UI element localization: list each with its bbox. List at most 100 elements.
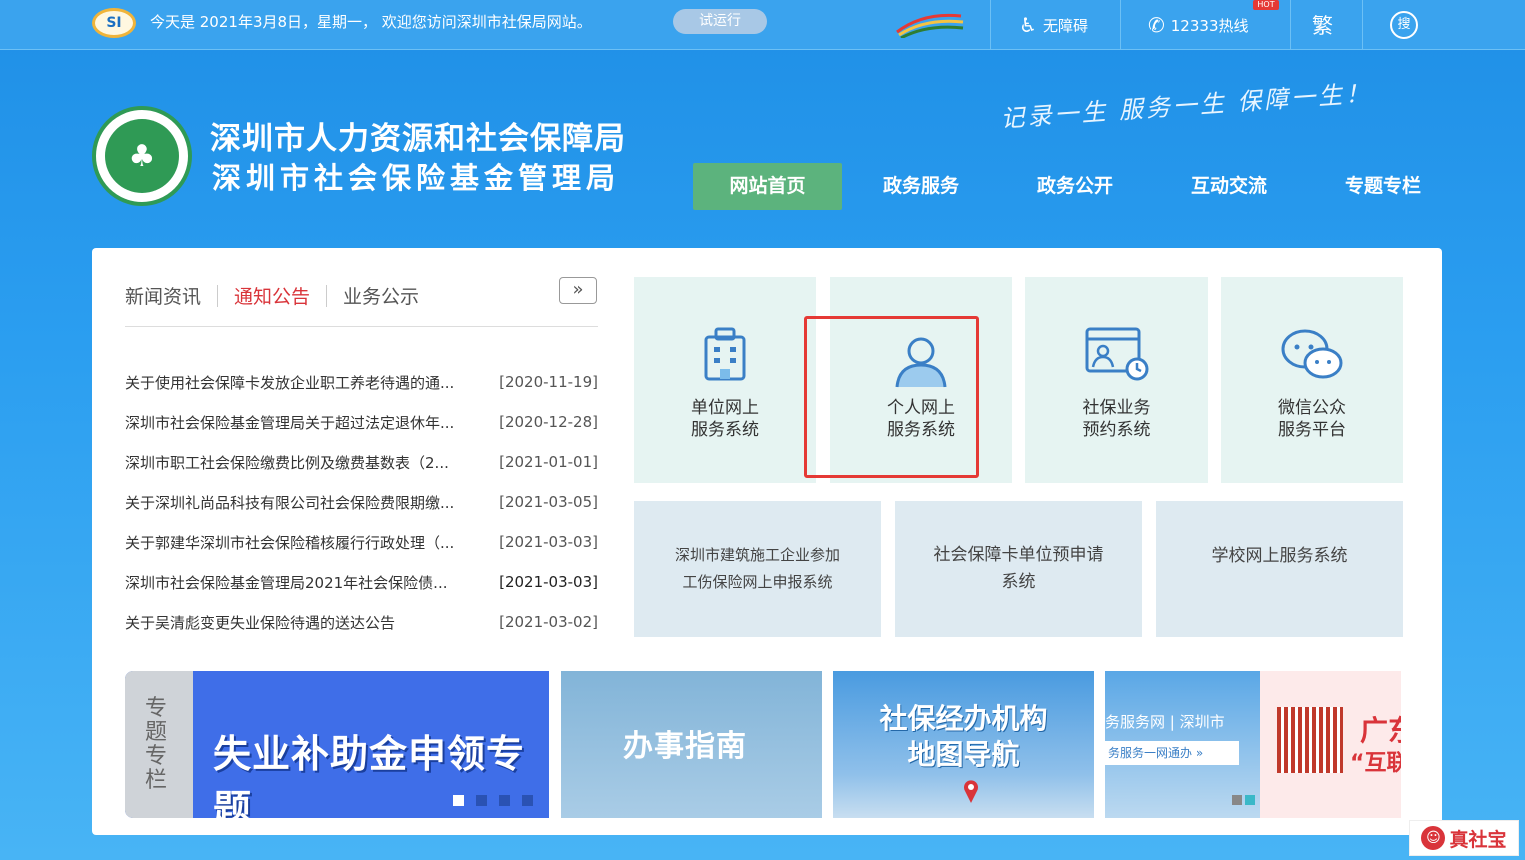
nav-topics[interactable]: 专题专栏 [1322,163,1444,210]
tile-label-line2: 工伤保险网上申报系统 [682,573,833,591]
wechat-icon [1281,329,1343,379]
divider [1290,0,1291,50]
news-tabs: 新闻资讯 通知公告 业务公示 [125,282,435,309]
more-button[interactable]: » [559,277,597,304]
notice-title[interactable]: 关于郭建华深圳市社会保险稽核履行行政处理（... [125,532,475,553]
notice-title[interactable]: 关于深圳礼尚品科技有限公司社会保险费限期缴... [125,492,475,513]
topic-side-text: 专题专栏 [145,696,168,793]
notice-title[interactable]: 深圳市社会保险基金管理局关于超过法定退休年... [125,412,475,433]
notice-title[interactable]: 深圳市社会保险基金管理局2021年社会保险债... [125,572,475,593]
carousel-dot[interactable] [1232,795,1242,805]
divider [990,0,991,50]
divider [1362,0,1363,50]
search-button[interactable]: 搜 [1390,0,1418,50]
slogan: 记录一生 服务一生 保障一生！ [999,79,1373,133]
accessibility-link[interactable]: ♿ 无障碍 [1019,0,1088,50]
carousel-dot[interactable] [476,795,487,806]
list-item[interactable]: 关于郭建华深圳市社会保险稽核履行行政处理（... [2021-03-03] [125,522,598,562]
notice-title[interactable]: 关于吴清彪变更失业保险待遇的送达公告 [125,612,475,633]
banner-text: “互联 [1350,751,1401,776]
search-icon: 搜 [1390,11,1418,39]
tile-label: 微信公众 服务平台 [1221,397,1403,441]
tile-label-line1: 微信公众 [1278,398,1346,418]
list-item[interactable]: 深圳市社会保险基金管理局2021年社会保险债... [2021-03-03] [125,562,598,602]
hotline-link[interactable]: ✆ 12333热线 [1148,0,1248,50]
building-icon [704,327,746,381]
divider [125,326,598,327]
qr-code-icon [1277,707,1343,773]
construction-injury-insurance-tile[interactable]: 深圳市建筑施工企业参加 工伤保险网上申报系统 [634,501,881,637]
tile-label: 深圳市建筑施工企业参加 工伤保险网上申报系统 [675,542,840,596]
service-guide-banner[interactable]: 办事指南 [561,671,822,818]
tile-label: 社会保障卡单位预申请 系统 [934,542,1104,596]
list-item[interactable]: 关于深圳礼尚品科技有限公司社会保险费限期缴... [2021-03-05] [125,482,598,522]
list-item[interactable]: 深圳市职工社会保险缴费比例及缴费基数表（2... [2021-01-01] [125,442,598,482]
hot-badge: HOT [1253,0,1279,10]
gov-service-banner[interactable]: 务服务网 | 深圳市 务服务一网通办 » [1105,671,1260,818]
nav-interaction[interactable]: 互动交流 [1168,163,1290,210]
accessibility-label: 无障碍 [1042,16,1088,35]
appointment-service-tile[interactable]: 社保业务 预约系统 [1025,277,1208,483]
notice-date: [2020-12-28] [499,413,598,431]
carousel-dots [1232,795,1255,805]
notice-title[interactable]: 深圳市职工社会保险缴费比例及缴费基数表（2... [125,452,475,473]
notice-date: [2021-03-05] [499,493,598,511]
traditional-chinese-button[interactable]: 繁 [1312,0,1333,50]
phone-icon: ✆ [1148,13,1165,37]
school-online-service-tile[interactable]: 学校网上服务系统 [1156,501,1403,637]
wechat-service-tile[interactable]: 微信公众 服务平台 [1221,277,1403,483]
tree-icon: ♣ [105,119,179,193]
guangdong-internet-banner[interactable]: 广东 “互联 [1260,671,1401,818]
banner-text: 务服务一网通办 » [1105,741,1239,765]
watermark: ☺ 真社宝 [1409,820,1519,856]
tile-label-line2: 系统 [1001,572,1036,592]
top-bar: SI 今天是 2021年3月8日，星期一， 欢迎您访问深圳市社保局网站。 试运行… [0,0,1525,50]
notice-title[interactable]: 关于使用社会保障卡发放企业职工养老待遇的通... [125,372,475,393]
org-name-primary: 深圳市人力资源和社会保障局 [210,121,626,157]
watermark-logo-icon: ☺ [1421,826,1446,850]
tab-business-notices[interactable]: 业务公示 [327,282,435,309]
highlight-box [804,316,979,478]
unemployment-subsidy-banner[interactable]: 专题专栏 失业补助金申领专题 [125,671,549,818]
banner-title: 社保经办机构 地图导航 [833,701,1094,773]
date-welcome-text: 今天是 2021年3月8日，星期一， 欢迎您访问深圳市社保局网站。 [150,13,592,31]
employer-online-service-tile[interactable]: 单位网上 服务系统 [634,277,816,483]
banner-text: 务服务网 | 深圳市 [1105,713,1225,731]
si-logo: SI [92,8,136,38]
nav-gov-disclosure[interactable]: 政务公开 [1014,163,1136,210]
list-item[interactable]: 关于使用社会保障卡发放企业职工养老待遇的通... [2020-11-19] [125,362,598,402]
trial-run-button[interactable]: 试运行 [673,9,767,34]
tile-label: 社保业务 预约系统 [1025,397,1208,441]
topic-side-label: 专题专栏 [125,671,193,818]
shenzhen-logo-icon [896,13,964,38]
carousel-dots [453,795,533,806]
notice-date: [2020-11-19] [499,373,598,391]
office-map-banner[interactable]: 社保经办机构 地图导航 [833,671,1094,818]
banner-title-line2: 地图导航 [907,738,1020,771]
tile-label-line2: 预约系统 [1082,420,1151,440]
nav-gov-services[interactable]: 政务服务 [860,163,982,210]
list-item[interactable]: 深圳市社会保险基金管理局关于超过法定退休年... [2020-12-28] [125,402,598,442]
carousel-dot[interactable] [499,795,510,806]
carousel-dot[interactable] [522,795,533,806]
notice-date: [2021-03-03] [499,573,598,591]
notice-date: [2021-01-01] [499,453,598,471]
tile-label-line2: 服务系统 [691,420,759,440]
tab-notices[interactable]: 通知公告 [218,282,326,309]
social-security-card-preapply-tile[interactable]: 社会保障卡单位预申请 系统 [895,501,1142,637]
nav-home[interactable]: 网站首页 [693,163,842,210]
tile-label: 学校网上服务系统 [1211,546,1348,566]
carousel-dot[interactable] [1245,795,1255,805]
carousel-dot[interactable] [453,795,464,806]
tile-label: 单位网上 服务系统 [634,397,816,441]
appointment-icon [1085,327,1148,381]
org-name-secondary: 深圳市社会保险基金管理局 [212,161,621,195]
tile-label-line1: 深圳市建筑施工企业参加 [674,546,840,564]
hotline-label: 12333热线 [1170,16,1249,35]
tab-news[interactable]: 新闻资讯 [125,282,217,309]
tile-label-line1: 社会保障卡单位预申请 [933,545,1104,565]
list-item[interactable]: 关于吴清彪变更失业保险待遇的送达公告 [2021-03-02] [125,602,598,642]
bureau-emblem: ♣ [92,106,192,206]
watermark-text: 真社宝 [1449,828,1507,851]
notice-date: [2021-03-02] [499,613,598,631]
